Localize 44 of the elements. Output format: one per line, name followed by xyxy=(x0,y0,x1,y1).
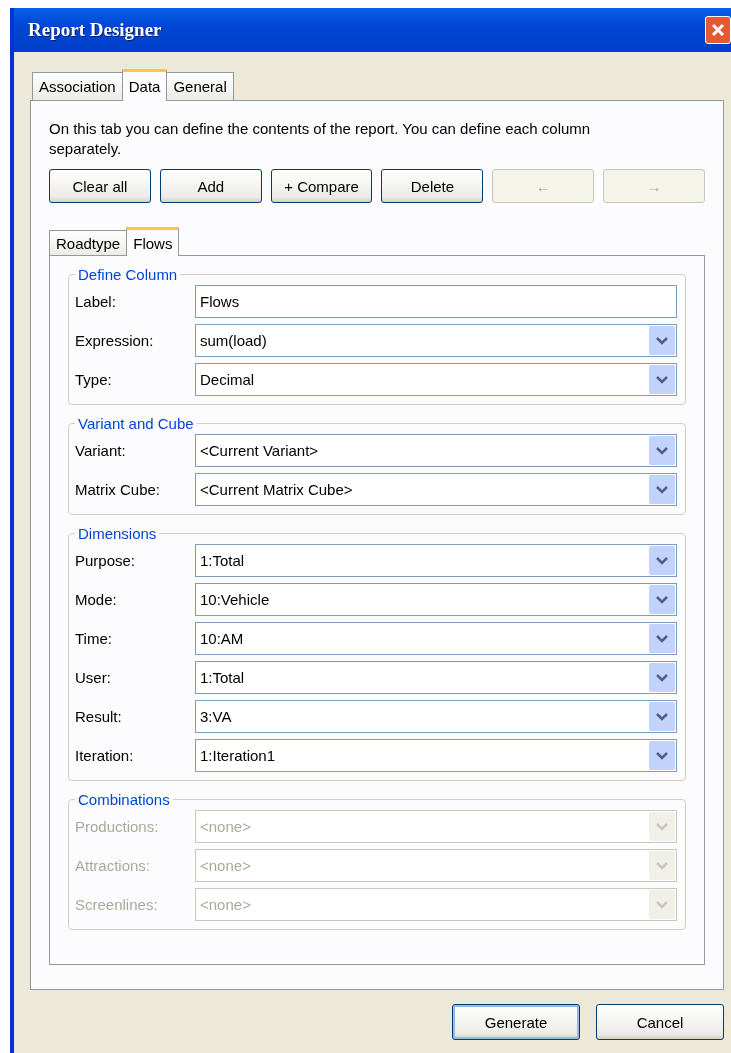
dropdown-field[interactable]: 1:Total xyxy=(195,544,677,577)
group-title: Define Column xyxy=(77,266,179,283)
field-label: User: xyxy=(75,669,112,686)
toolbar-button[interactable]: Delete xyxy=(381,169,484,203)
group-title: Combinations xyxy=(77,791,171,808)
toolbar-button[interactable]: Clear all xyxy=(49,169,151,203)
tab[interactable]: Association xyxy=(32,72,123,100)
dropdown-field[interactable]: 3:VA xyxy=(195,700,677,733)
tab[interactable]: Roadtype xyxy=(49,230,128,255)
field-label: Label: xyxy=(75,293,117,310)
field-label: Expression: xyxy=(75,332,155,349)
field-label: Productions: xyxy=(75,818,160,835)
tab[interactable]: General xyxy=(166,72,234,100)
field-label: Variant: xyxy=(75,442,127,459)
window-title: Report Designer xyxy=(28,19,162,41)
dropdown-field[interactable]: <Current Matrix Cube> xyxy=(195,473,677,506)
field-label: Iteration: xyxy=(75,747,135,764)
group-title: Dimensions xyxy=(77,525,158,542)
description-text: On this tab you can define the contents of the report. You can define each column separately. xyxy=(49,119,592,159)
dropdown-field[interactable]: sum(load) xyxy=(195,324,677,357)
dropdown-field[interactable]: <Current Variant> xyxy=(195,434,677,467)
field-label: Time: xyxy=(75,630,113,647)
dropdown-field[interactable]: Decimal xyxy=(195,363,677,396)
tab[interactable]: Data xyxy=(121,69,168,101)
dropdown-field[interactable]: 1:Total xyxy=(195,661,677,694)
dropdown-field[interactable]: 10:AM xyxy=(195,622,677,655)
field-label: Screenlines: xyxy=(75,896,159,913)
field-label: Type: xyxy=(75,371,113,388)
close-button[interactable] xyxy=(705,16,731,44)
dropdown-field[interactable]: 10:Vehicle xyxy=(195,583,677,616)
field-label: Purpose: xyxy=(75,552,137,569)
tab[interactable]: Flows xyxy=(126,227,180,256)
field-label: Mode: xyxy=(75,591,118,608)
input-field[interactable]: Flows xyxy=(195,285,677,318)
field-label: Attractions: xyxy=(75,857,152,874)
group-title: Variant and Cube xyxy=(77,415,195,432)
close-icon xyxy=(710,22,726,38)
toolbar-button[interactable]: + Compare xyxy=(270,169,373,203)
dialog-button[interactable]: Generate xyxy=(452,1004,580,1040)
dialog-button[interactable]: Cancel xyxy=(596,1004,724,1040)
dropdown-field[interactable]: 1:Iteration1 xyxy=(195,739,677,772)
field-label: Matrix Cube: xyxy=(75,481,162,498)
toolbar-button[interactable]: Add xyxy=(159,169,262,203)
field-label: Result: xyxy=(75,708,123,725)
